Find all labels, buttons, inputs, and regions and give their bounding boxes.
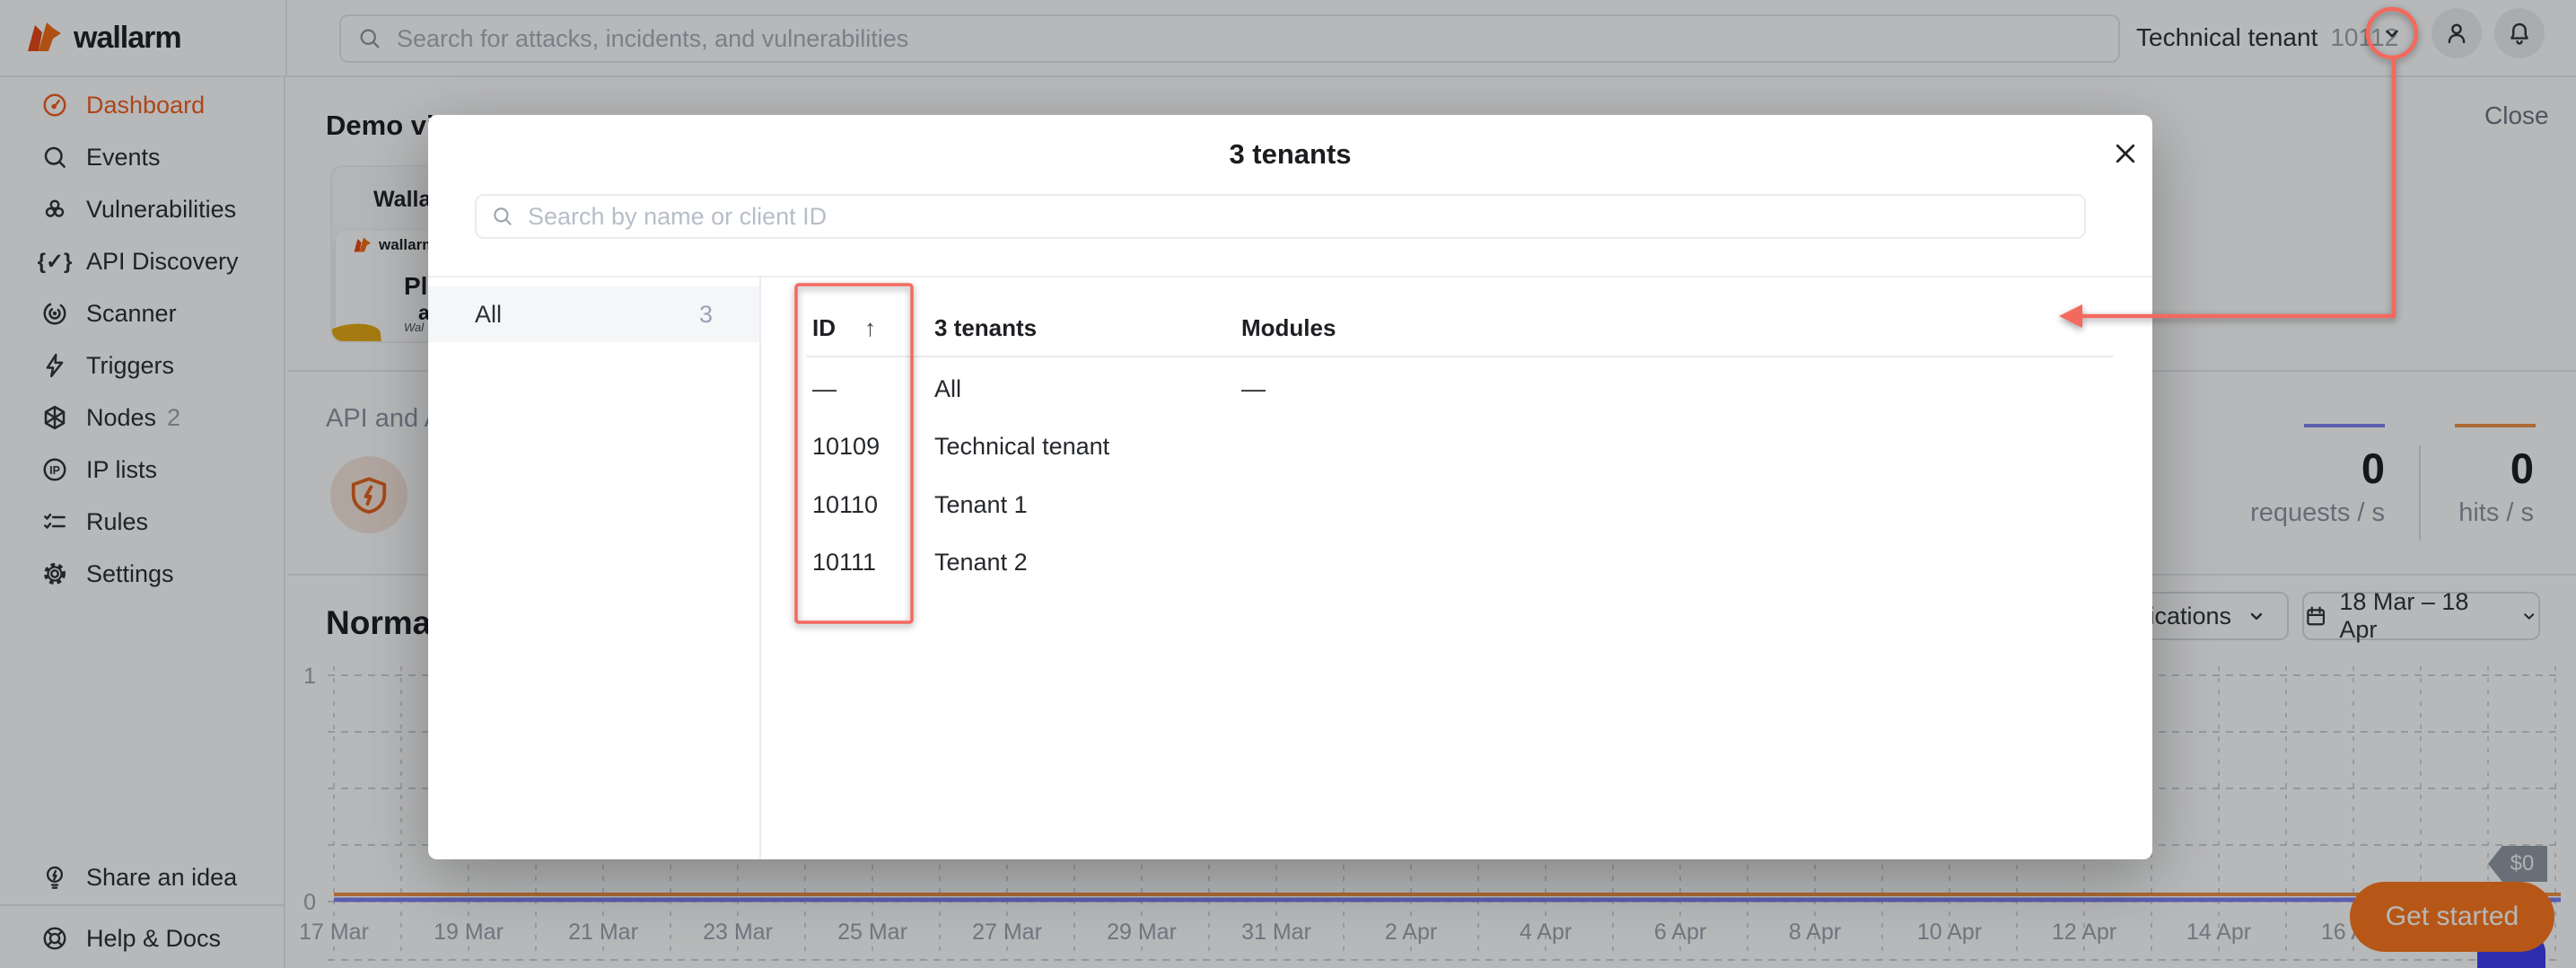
tenant-search[interactable] — [475, 194, 2086, 239]
tenant-search-input[interactable] — [526, 202, 2070, 232]
column-header-id[interactable]: ID — [812, 314, 836, 342]
tenant-row-name: Tenant 2 — [934, 549, 1028, 576]
tenant-row-name: All — [934, 375, 961, 403]
tenant-row-name: Tenant 1 — [934, 491, 1028, 519]
sort-ascending-icon[interactable]: ↑ — [864, 314, 876, 342]
tenant-row-id: 10109 — [812, 433, 880, 461]
modal-title: 3 tenants — [428, 138, 2152, 171]
close-icon — [2112, 140, 2139, 167]
tenant-row-10109[interactable]: 10109 Technical tenant — [759, 418, 2152, 476]
table-header-underline — [806, 356, 2114, 357]
tenant-row-id: — — [812, 375, 837, 403]
tenant-row-modules: — — [1241, 375, 1266, 403]
tenant-row-10111[interactable]: 10111 Tenant 2 — [759, 534, 2152, 592]
tenant-row-id: 10110 — [812, 491, 878, 519]
tenants-modal: 3 tenants All 3 ID ↑ 3 tenants Modules —… — [428, 115, 2152, 859]
tenant-group-label: All — [475, 301, 699, 329]
tenant-row-all[interactable]: — All — — [759, 361, 2152, 418]
modal-close-button[interactable] — [2105, 133, 2146, 174]
tenant-row-name: Technical tenant — [934, 433, 1109, 461]
column-header-tenants[interactable]: 3 tenants — [934, 314, 1037, 342]
search-icon — [491, 205, 514, 228]
tenant-group-count: 3 — [699, 301, 713, 329]
tenant-row-10110[interactable]: 10110 Tenant 1 — [759, 477, 2152, 534]
column-header-modules[interactable]: Modules — [1241, 314, 1336, 342]
tenant-row-id: 10111 — [812, 549, 876, 576]
tenant-group-all[interactable]: All 3 — [428, 286, 759, 342]
tenant-group-list: All 3 — [428, 277, 759, 859]
